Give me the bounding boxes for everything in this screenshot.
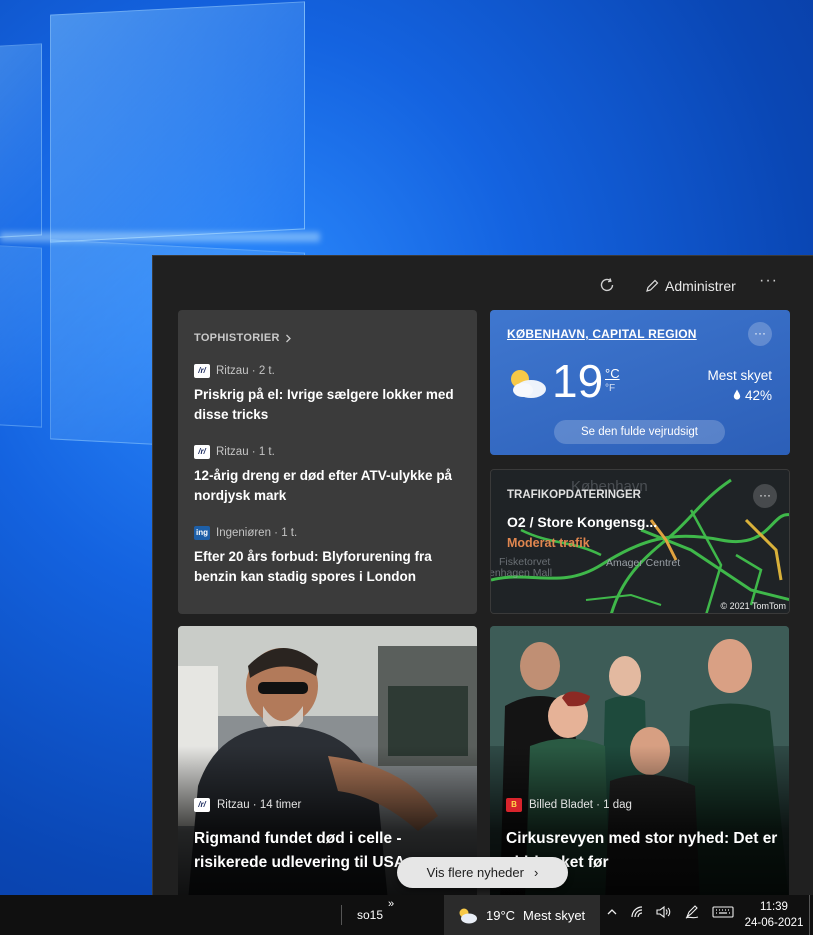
story-source: /r/ Ritzau · 2 t. bbox=[194, 364, 461, 378]
taskbar-weather-text: Mest skyet bbox=[523, 907, 586, 923]
wallpaper-pane bbox=[0, 244, 42, 428]
show-more-news-label: Vis flere nyheder bbox=[426, 865, 524, 880]
refresh-button[interactable] bbox=[597, 276, 617, 296]
story-source-text: Ingeniøren · 1 t. bbox=[216, 527, 298, 539]
story-source-text: Ritzau · 2 t. bbox=[216, 365, 275, 377]
ingenioren-logo-icon: ing bbox=[194, 526, 210, 540]
top-stories-heading: TOPHISTORIER bbox=[194, 332, 280, 344]
map-label: Amager Centret bbox=[606, 557, 681, 569]
traffic-route: O2 / Store Kongensg... bbox=[507, 514, 658, 530]
story-source: ing Ingeniøren · 1 t. bbox=[194, 526, 461, 540]
weather-location[interactable]: KØBENHAVN, CAPITAL REGION bbox=[507, 327, 697, 341]
story-source-text: Ritzau · 1 t. bbox=[216, 446, 275, 458]
weather-temperature: 19 bbox=[552, 355, 604, 407]
weather-condition: Mest skyet bbox=[707, 368, 772, 383]
system-tray bbox=[606, 905, 734, 919]
card-source: /r/ Ritzau · 14 timer bbox=[194, 798, 301, 812]
map-label: enhagen Mall bbox=[490, 567, 553, 579]
weather-precipitation: 42% bbox=[733, 388, 772, 403]
ritzau-logo-icon: /r/ bbox=[194, 445, 210, 459]
pen-ink-icon[interactable] bbox=[684, 905, 700, 919]
pencil-icon bbox=[646, 279, 659, 292]
taskbar-clock[interactable]: 11:39 24-06-2021 bbox=[740, 899, 808, 931]
top-stories-heading-link[interactable]: TOPHISTORIER bbox=[194, 332, 461, 344]
card-source-text: Billed Bladet · 1 dag bbox=[529, 799, 632, 811]
wallpaper-pane bbox=[50, 1, 305, 243]
weather-card[interactable]: KØBENHAVN, CAPITAL REGION ··· 19 °C °F M… bbox=[490, 310, 790, 455]
story-title: Efter 20 års forbud: Blyforurening fra b… bbox=[194, 549, 432, 584]
more-options-button[interactable]: ··· bbox=[759, 272, 778, 290]
wallpaper-light-beam bbox=[0, 232, 320, 242]
rain-chance: 42% bbox=[744, 388, 772, 403]
taskbar: so15 » 19°C Mest skyet 11:39 24-06-2021 bbox=[0, 895, 813, 935]
top-stories-card: TOPHISTORIER /r/ Ritzau · 2 t. Priskrig … bbox=[178, 310, 477, 614]
weather-more-button[interactable]: ··· bbox=[748, 322, 772, 346]
story-title: 12-årig dreng er død efter ATV-ulykke på… bbox=[194, 468, 453, 503]
full-forecast-button[interactable]: Se den fulde vejrudsigt bbox=[554, 420, 725, 444]
panel-header: Administrer ··· bbox=[153, 256, 813, 308]
news-card[interactable]: /r/ Ritzau · 14 timer Rigmand fundet død… bbox=[178, 626, 477, 895]
unit-fahrenheit-toggle[interactable]: °F bbox=[605, 381, 620, 396]
wifi-icon[interactable] bbox=[630, 905, 644, 919]
story-item[interactable]: /r/ Ritzau · 2 t. Priskrig på el: Ivrige… bbox=[194, 364, 461, 425]
manage-button[interactable]: Administrer bbox=[645, 276, 736, 296]
unit-celsius-toggle[interactable]: °C bbox=[605, 366, 620, 381]
map-copyright: © 2021 TomTom bbox=[720, 601, 787, 611]
show-more-news-button[interactable]: Vis flere nyheder › bbox=[397, 857, 568, 888]
taskbar-weather-temp: 19°C bbox=[486, 907, 516, 923]
refresh-icon bbox=[600, 278, 614, 292]
wallpaper-pane bbox=[0, 43, 42, 239]
ritzau-logo-icon: /r/ bbox=[194, 798, 210, 812]
raindrop-icon bbox=[734, 389, 741, 400]
billed-bladet-logo-icon: B bbox=[506, 798, 522, 812]
taskbar-weather-button[interactable]: 19°C Mest skyet bbox=[444, 895, 600, 935]
manage-label: Administrer bbox=[665, 278, 736, 294]
show-desktop-button[interactable] bbox=[809, 895, 813, 935]
traffic-status: Moderat trafik bbox=[507, 536, 590, 550]
traffic-more-button[interactable]: ··· bbox=[753, 484, 777, 508]
volume-icon[interactable] bbox=[656, 905, 672, 919]
traffic-heading: TRAFIKOPDATERINGER bbox=[507, 489, 641, 501]
taskbar-toolbar-label[interactable]: so15 bbox=[357, 908, 383, 922]
chevron-up-icon[interactable] bbox=[606, 906, 618, 918]
story-title: Priskrig på el: Ivrige sælgere lokker me… bbox=[194, 387, 454, 422]
news-interests-panel: Administrer ··· TOPHISTORIER /r/ Ritzau … bbox=[152, 255, 813, 895]
chevron-right-icon: › bbox=[533, 865, 539, 880]
weather-units: °C °F bbox=[605, 366, 620, 396]
chevron-right-icon bbox=[285, 334, 291, 342]
clock-date: 24-06-2021 bbox=[744, 917, 804, 929]
traffic-card[interactable]: København Amager Centret Fisketorvet enh… bbox=[490, 469, 790, 614]
toolbar-overflow-chevron-icon[interactable]: » bbox=[388, 898, 394, 910]
partly-cloudy-icon bbox=[511, 370, 546, 398]
card-source: B Billed Bladet · 1 dag bbox=[506, 798, 632, 812]
story-item[interactable]: ing Ingeniøren · 1 t. Efter 20 års forbu… bbox=[194, 526, 461, 587]
card-source-text: Ritzau · 14 timer bbox=[217, 799, 302, 811]
partly-cloudy-icon bbox=[459, 908, 477, 923]
touch-keyboard-icon[interactable] bbox=[712, 905, 734, 919]
story-item[interactable]: /r/ Ritzau · 1 t. 12-årig dreng er død e… bbox=[194, 445, 461, 506]
taskbar-separator bbox=[341, 905, 342, 925]
story-source: /r/ Ritzau · 1 t. bbox=[194, 445, 461, 459]
ritzau-logo-icon: /r/ bbox=[194, 364, 210, 378]
news-card[interactable]: B Billed Bladet · 1 dag Cirkusrevyen med… bbox=[490, 626, 789, 895]
clock-time: 11:39 bbox=[760, 901, 788, 913]
